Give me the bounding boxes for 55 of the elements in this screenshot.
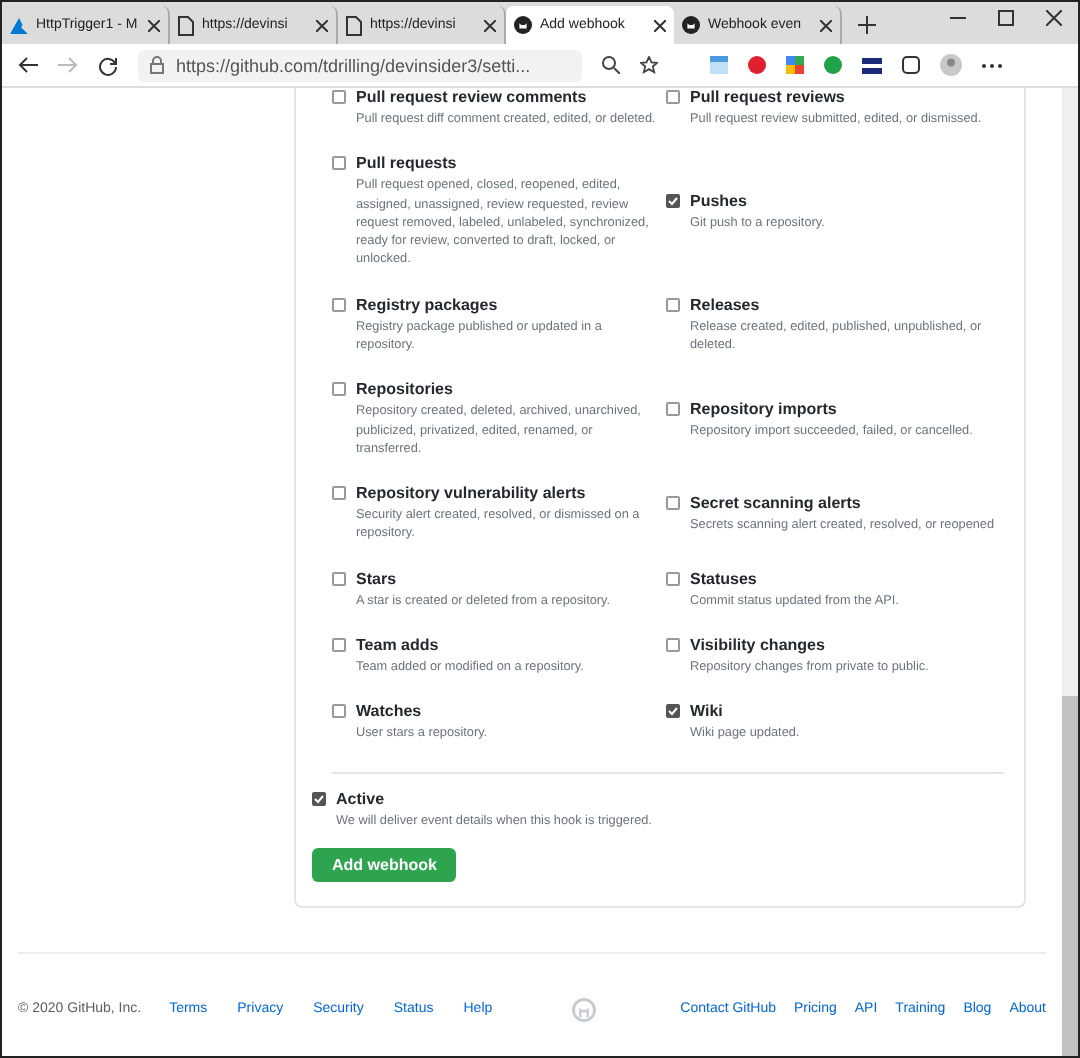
close-icon[interactable] xyxy=(820,19,832,31)
checkbox[interactable] xyxy=(332,704,346,719)
checkbox[interactable] xyxy=(312,791,326,805)
event-title: Watches xyxy=(356,702,424,721)
checkbox[interactable] xyxy=(332,571,346,586)
active-label: Active xyxy=(336,789,387,807)
checkbox[interactable] xyxy=(332,486,346,501)
event-title: Releases xyxy=(690,295,762,314)
plus-icon[interactable] xyxy=(858,16,876,34)
magnifier-icon[interactable] xyxy=(602,56,620,74)
event-title: Repository imports xyxy=(690,399,839,418)
event-title: Secret scanning alerts xyxy=(690,493,863,512)
address-field[interactable]: https://github.com/tdrilling/devinsider3/setti... xyxy=(138,49,582,81)
close-icon[interactable] xyxy=(1046,10,1062,26)
refresh-icon[interactable] xyxy=(98,55,118,75)
triangle-logo-icon xyxy=(10,17,28,33)
avatar-icon[interactable] xyxy=(940,54,962,76)
checkbox[interactable] xyxy=(666,401,680,416)
close-icon[interactable] xyxy=(316,19,328,31)
lock-icon xyxy=(150,56,164,74)
event-title: Pushes xyxy=(690,191,749,210)
checkbox[interactable] xyxy=(666,495,680,510)
maximize-icon[interactable] xyxy=(998,10,1014,26)
event-title: Wiki xyxy=(690,702,725,721)
close-icon[interactable] xyxy=(654,19,666,31)
checkbox[interactable] xyxy=(332,297,346,312)
event-title: Pull requests xyxy=(356,154,459,173)
add-webhook-button[interactable]: Add webhook xyxy=(312,847,457,882)
back-arrow-icon[interactable] xyxy=(18,56,38,74)
event-title: Registry packages xyxy=(356,295,500,314)
checkbox[interactable] xyxy=(332,156,346,171)
event-title: Statuses xyxy=(690,569,759,588)
checkbox[interactable] xyxy=(332,637,346,652)
checkbox[interactable] xyxy=(332,90,346,104)
checkbox[interactable] xyxy=(332,382,346,397)
checkbox[interactable] xyxy=(666,704,680,719)
event-title: Pull request review comments xyxy=(356,88,589,106)
event-title: Stars xyxy=(356,569,399,588)
event-title: Repository vulnerability alerts xyxy=(356,484,588,503)
checkbox[interactable] xyxy=(666,637,680,652)
collections-icon[interactable] xyxy=(902,56,920,74)
event-title: Repositories xyxy=(356,380,455,399)
event-title: Team adds xyxy=(356,635,441,654)
page-icon xyxy=(178,15,194,35)
checkbox[interactable] xyxy=(666,90,680,104)
page-icon xyxy=(346,15,362,35)
checkbox[interactable] xyxy=(666,193,680,208)
close-icon[interactable] xyxy=(484,19,496,31)
event-title: Pull request reviews xyxy=(690,88,847,106)
checkbox[interactable] xyxy=(666,571,680,586)
close-icon[interactable] xyxy=(148,19,160,31)
checkbox[interactable] xyxy=(666,297,680,312)
scrollbar-thumb[interactable] xyxy=(1062,696,1078,1056)
event-title: Visibility changes xyxy=(690,635,827,654)
star-icon[interactable] xyxy=(640,56,658,74)
